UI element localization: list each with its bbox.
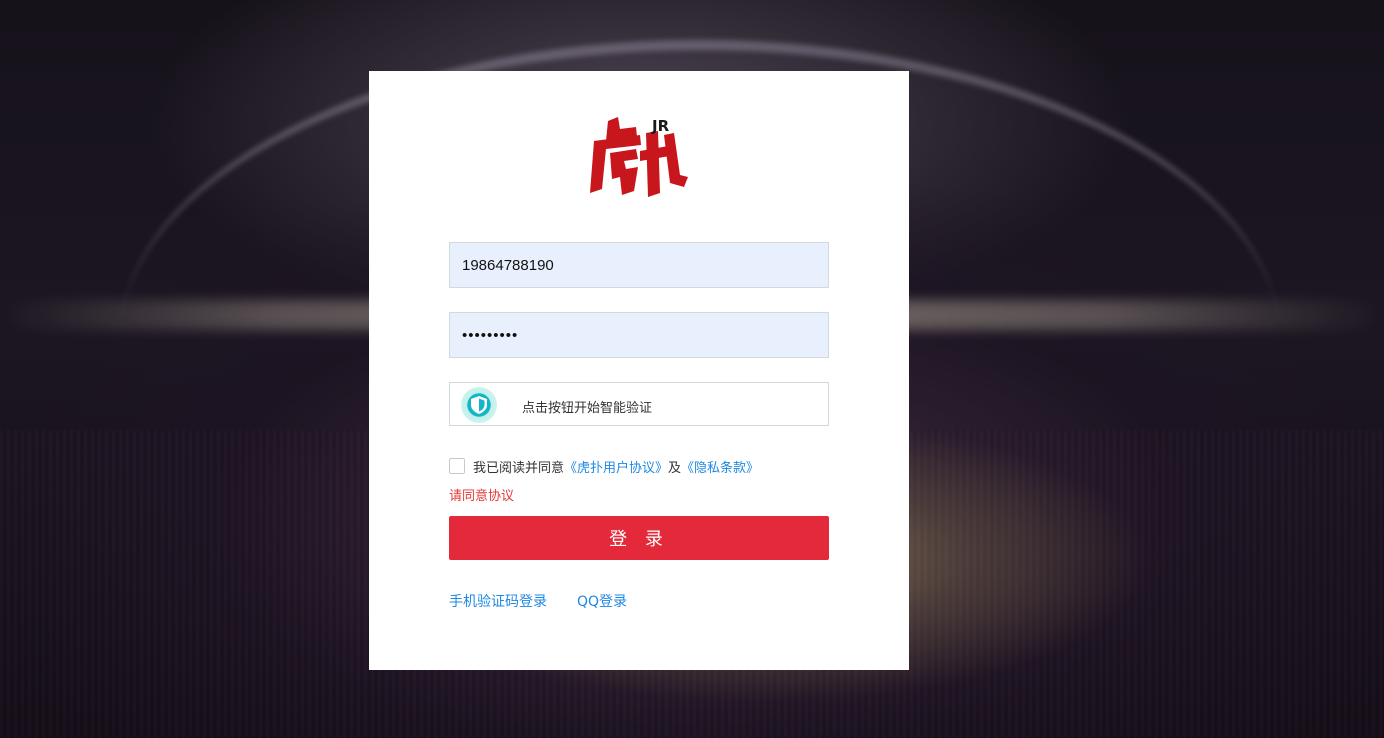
agreement-row: 我已阅读并同意 《虎扑用户协议》 及 《隐私条款》 bbox=[449, 457, 759, 476]
sms-login-link[interactable]: 手机验证码登录 bbox=[449, 591, 547, 611]
user-agreement-link[interactable]: 《虎扑用户协议》 bbox=[564, 457, 668, 476]
login-button[interactable]: 登 录 bbox=[449, 516, 829, 560]
hupu-logo: JR bbox=[590, 117, 688, 197]
agreement-prefix: 我已阅读并同意 bbox=[473, 460, 565, 476]
smart-captcha-button[interactable]: 点击按钮开始智能验证 bbox=[449, 382, 829, 426]
shield-icon bbox=[461, 387, 497, 423]
agree-checkbox[interactable] bbox=[449, 458, 465, 474]
username-field[interactable] bbox=[449, 242, 829, 288]
privacy-policy-link[interactable]: 《隐私条款》 bbox=[681, 457, 759, 476]
login-card: JR 点击按钮开始智能验证 我已阅读并同意 《虎扑用户协议》 及 《隐私条款》 … bbox=[369, 71, 909, 670]
password-field[interactable] bbox=[449, 312, 829, 358]
captcha-label: 点击按钮开始智能验证 bbox=[522, 401, 653, 416]
alternative-login-links: 手机验证码登录 QQ登录 bbox=[449, 591, 627, 611]
logo-badge-text: JR bbox=[651, 117, 670, 135]
agreement-joiner: 及 bbox=[668, 460, 682, 476]
agreement-error-message: 请同意协议 bbox=[449, 489, 515, 504]
qq-login-link[interactable]: QQ登录 bbox=[577, 591, 627, 611]
